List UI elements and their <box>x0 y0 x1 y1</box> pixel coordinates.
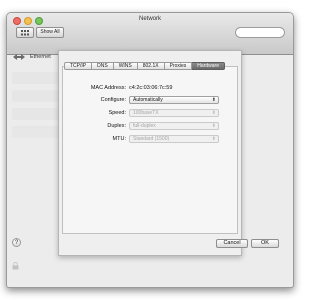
window-title: Network <box>138 16 161 22</box>
ethernet-icon <box>13 54 25 60</box>
mac-address-value: c4:2c:03:06:7c:59 <box>129 85 173 91</box>
tab-proxies[interactable]: Proxies <box>164 62 193 70</box>
title-bar: Network Show All <box>7 13 293 55</box>
mac-address-label: MAC Address: <box>90 85 126 91</box>
breadcrumb-label: Ethernet <box>30 54 51 60</box>
search-input[interactable] <box>235 27 285 38</box>
configure-select[interactable]: Automatically ⬍ <box>129 96 219 104</box>
chevron-updown-icon: ⬍ <box>211 97 216 103</box>
grid-view-button[interactable] <box>16 27 34 38</box>
chevron-updown-icon: ⬍ <box>211 110 216 116</box>
speed-label: Speed: <box>108 110 126 116</box>
show-all-button[interactable]: Show All <box>36 27 64 38</box>
mtu-select: Standard (1500) ⬍ <box>129 135 219 143</box>
speed-row: Speed: 100baseTX ⬍ <box>63 109 219 117</box>
chevron-updown-icon: ⬍ <box>211 123 216 129</box>
tab-hardware[interactable]: Hardware <box>192 62 225 70</box>
advanced-tabs: TCP/IP DNS WINS 802.1X Proxies Hardware <box>64 62 225 70</box>
hardware-panel: MAC Address: c4:2c:03:06:7c:59 Configure… <box>62 66 238 234</box>
tab-dns[interactable]: DNS <box>92 62 114 70</box>
duplex-row: Duplex: full-duplex ⬍ <box>63 122 219 130</box>
mtu-label: MTU: <box>112 136 126 142</box>
lock-area <box>12 262 19 270</box>
breadcrumb: Ethernet <box>12 52 51 62</box>
grid-icon <box>21 29 29 35</box>
tab-wins[interactable]: WINS <box>113 62 138 70</box>
speed-value: 100baseTX <box>133 110 159 116</box>
tab-8021x[interactable]: 802.1X <box>137 62 165 70</box>
mtu-value: Standard (1500) <box>133 136 170 142</box>
mtu-row: MTU: Standard (1500) ⬍ <box>63 135 219 143</box>
chevron-updown-icon: ⬍ <box>211 136 216 142</box>
configure-row: Configure: Automatically ⬍ <box>63 96 219 104</box>
tab-tcpip[interactable]: TCP/IP <box>64 62 93 70</box>
mac-address-row: MAC Address: c4:2c:03:06:7c:59 <box>63 85 173 91</box>
cancel-button[interactable]: Cancel <box>216 239 248 248</box>
configure-value: Automatically <box>133 97 163 103</box>
duplex-label: Duplex: <box>107 123 126 129</box>
duplex-select: full-duplex ⬍ <box>129 122 219 130</box>
configure-label: Configure: <box>100 97 126 103</box>
lock-icon <box>12 262 19 270</box>
ok-button[interactable]: OK <box>251 239 279 248</box>
speed-select: 100baseTX ⬍ <box>129 109 219 117</box>
duplex-value: full-duplex <box>133 123 156 129</box>
help-button[interactable]: ? <box>12 238 21 247</box>
